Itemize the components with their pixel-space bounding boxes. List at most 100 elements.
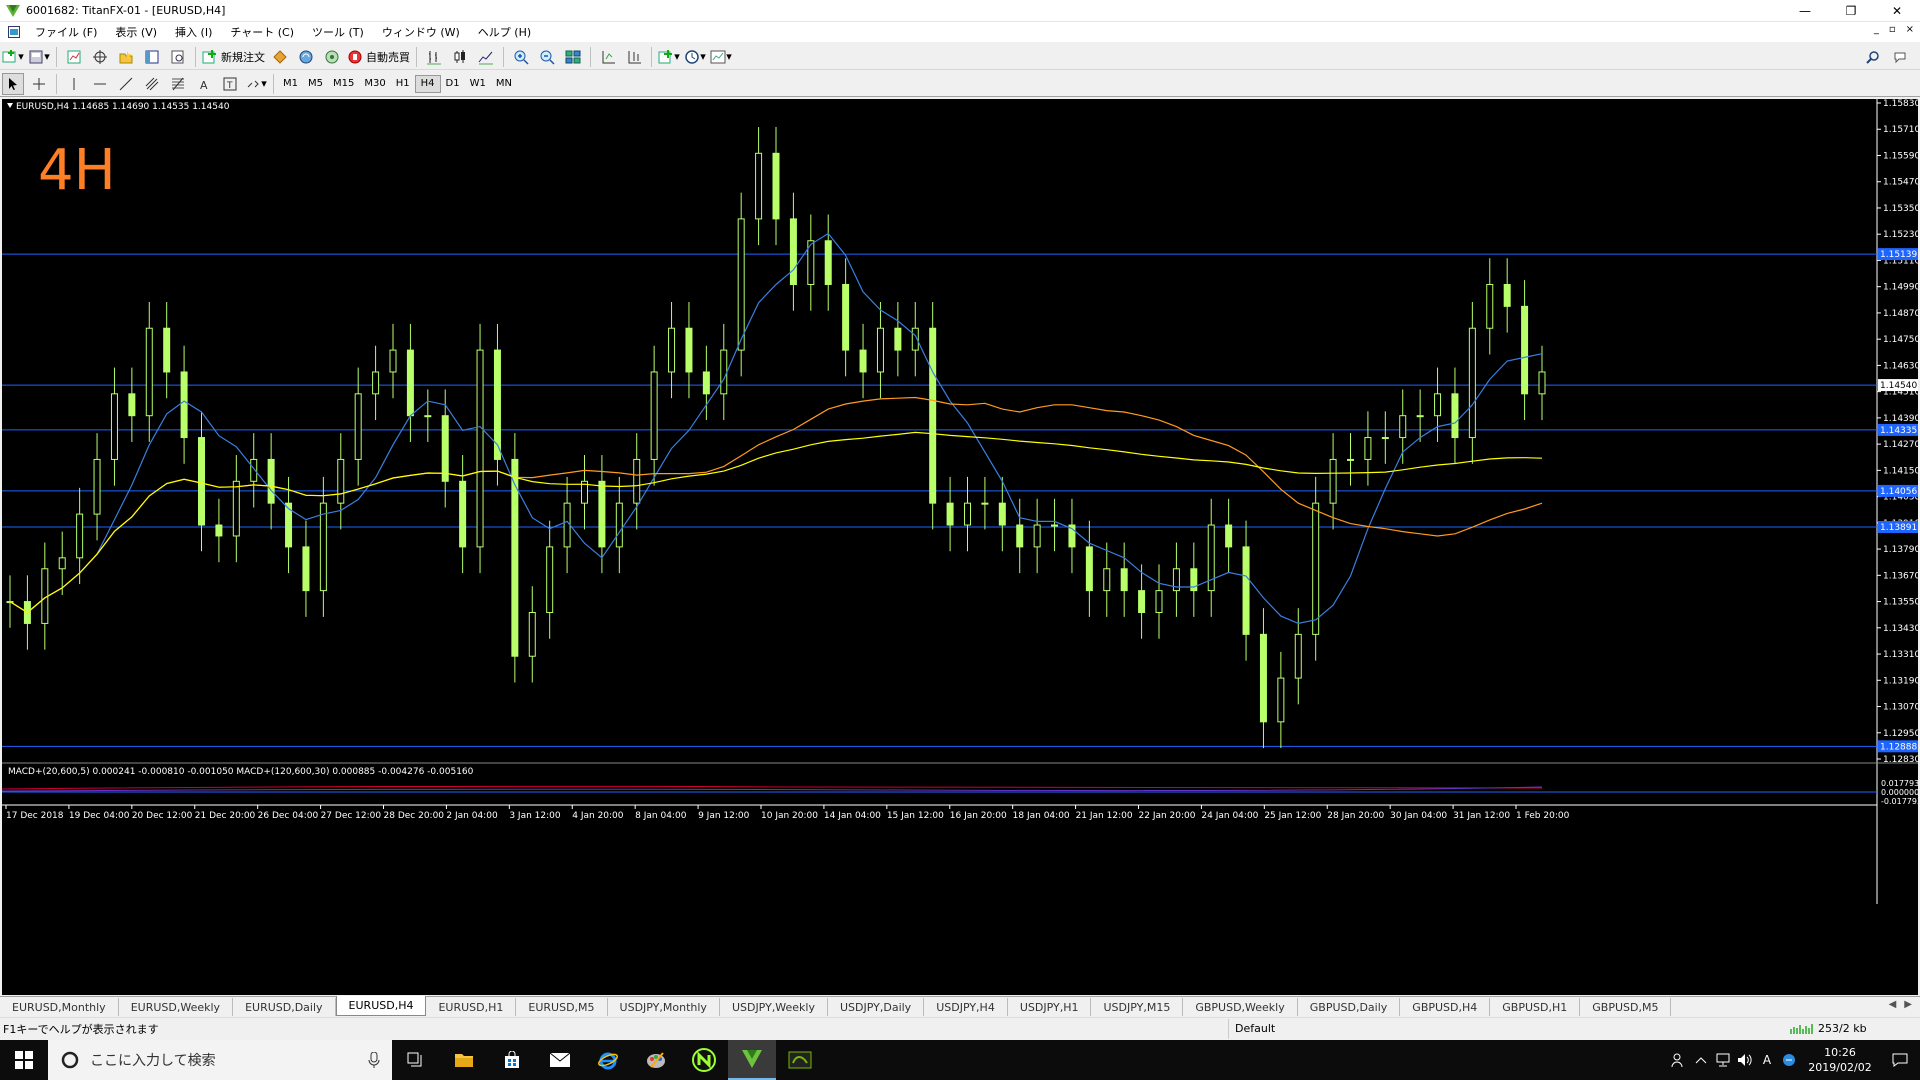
candle-body[interactable] xyxy=(563,502,571,548)
profiles-button[interactable]: ▾ xyxy=(28,46,50,68)
strategy-tester-button[interactable] xyxy=(167,46,189,68)
line-chart-button[interactable] xyxy=(475,46,497,68)
menu-insert[interactable]: 挿入 (I) xyxy=(166,24,221,40)
candle-body[interactable] xyxy=(319,502,327,592)
candle-body[interactable] xyxy=(1033,524,1041,548)
candle-body[interactable] xyxy=(1242,546,1250,635)
candle-body[interactable] xyxy=(1120,568,1128,592)
chart-tab[interactable]: GBPUSD,H1 xyxy=(1490,998,1581,1016)
candle-body[interactable] xyxy=(372,371,380,395)
candle-body[interactable] xyxy=(424,415,432,418)
candle-body[interactable] xyxy=(180,371,188,439)
new-order-button[interactable]: 新規注文 xyxy=(202,46,265,68)
tf-m30-button[interactable]: M30 xyxy=(359,75,390,93)
menu-window[interactable]: ウィンドウ (W) xyxy=(373,24,469,40)
candle-body[interactable] xyxy=(1468,327,1476,439)
candle-body[interactable] xyxy=(1016,524,1024,548)
candle-body[interactable] xyxy=(894,327,902,351)
nvidia-taskbar-button[interactable] xyxy=(776,1040,824,1080)
auto-trading-button[interactable]: 自動売買 xyxy=(347,46,410,68)
candle-body[interactable] xyxy=(93,458,101,515)
candle-body[interactable] xyxy=(685,327,693,373)
candle-body[interactable] xyxy=(1329,458,1337,504)
candle-body[interactable] xyxy=(267,458,275,504)
candle-body[interactable] xyxy=(615,502,623,548)
app-n-taskbar-button[interactable] xyxy=(680,1040,728,1080)
search-button[interactable] xyxy=(1862,46,1884,68)
candle-body[interactable] xyxy=(546,546,554,613)
tf-m1-button[interactable]: M1 xyxy=(278,75,303,93)
chart-tab[interactable]: EURUSD,Monthly xyxy=(0,998,119,1016)
candle-body[interactable] xyxy=(1225,524,1233,548)
text-tool-button[interactable]: A xyxy=(193,73,215,95)
data-window-button[interactable] xyxy=(89,46,111,68)
tf-h1-button[interactable]: H1 xyxy=(391,75,415,93)
tf-m5-button[interactable]: M5 xyxy=(303,75,328,93)
candle-body[interactable] xyxy=(789,218,797,285)
candle-body[interactable] xyxy=(145,327,153,417)
volume-icon[interactable] xyxy=(1734,1053,1756,1067)
candle-body[interactable] xyxy=(1259,633,1267,723)
menu-tools[interactable]: ツール (T) xyxy=(303,24,373,40)
equidistant-channel-button[interactable] xyxy=(141,73,163,95)
microphone-icon[interactable] xyxy=(368,1052,380,1068)
trendline-button[interactable] xyxy=(115,73,137,95)
candle-body[interactable] xyxy=(1347,458,1354,461)
candle-body[interactable] xyxy=(215,524,223,537)
candle-body[interactable] xyxy=(824,240,832,285)
candle-body[interactable] xyxy=(76,513,84,559)
periods-button[interactable]: ▾ xyxy=(684,46,706,68)
horizontal-line-button[interactable] xyxy=(89,73,111,95)
start-button[interactable] xyxy=(0,1040,48,1080)
chat-button[interactable] xyxy=(1890,46,1912,68)
chart-window[interactable]: 1.15830 1.15710 1.15590 1.15470 1.15350 1.152… xyxy=(2,99,1918,995)
candle-body[interactable] xyxy=(58,557,66,570)
candle-body[interactable] xyxy=(929,327,937,504)
tab-prev-icon[interactable]: ◀ xyxy=(1889,999,1897,1010)
candle-body[interactable] xyxy=(389,349,397,373)
onedrive-icon[interactable] xyxy=(1778,1053,1800,1067)
candle-body[interactable] xyxy=(302,546,310,592)
candle-body[interactable] xyxy=(1486,283,1494,329)
chart-tab[interactable]: USDJPY,Weekly xyxy=(720,998,828,1016)
tab-navigation[interactable]: ◀ ▶ xyxy=(1889,999,1912,1010)
price-chart[interactable]: 1.15830 1.15710 1.15590 1.15470 1.15350 1.152… xyxy=(2,99,1918,995)
chart-window-icon[interactable] xyxy=(8,26,20,38)
candle-body[interactable] xyxy=(354,393,362,460)
menu-help[interactable]: ヘルプ (H) xyxy=(469,24,540,40)
ime-indicator[interactable]: A xyxy=(1756,1053,1778,1067)
chart-tab[interactable]: USDJPY,H1 xyxy=(1008,998,1092,1016)
candle-body[interactable] xyxy=(650,371,658,460)
paint-taskbar-button[interactable] xyxy=(632,1040,680,1080)
explorer-taskbar-button[interactable] xyxy=(440,1040,488,1080)
candle-body[interactable] xyxy=(232,480,240,537)
candle-body[interactable] xyxy=(772,152,780,220)
tf-d1-button[interactable]: D1 xyxy=(441,75,465,93)
candle-body[interactable] xyxy=(1051,524,1059,527)
restore-button[interactable]: ❐ xyxy=(1828,0,1874,22)
vertical-line-button[interactable] xyxy=(63,73,85,95)
mail-taskbar-button[interactable] xyxy=(536,1040,584,1080)
menu-file[interactable]: ファイル (F) xyxy=(26,24,106,40)
chart-header-arrow[interactable] xyxy=(7,103,13,108)
autoscroll-button[interactable] xyxy=(623,46,645,68)
candle-body[interactable] xyxy=(633,458,641,504)
candle-body[interactable] xyxy=(668,327,676,373)
candle-body[interactable] xyxy=(737,218,745,351)
candle-body[interactable] xyxy=(702,371,710,395)
navigator-button[interactable] xyxy=(115,46,137,68)
action-center-icon[interactable] xyxy=(1880,1053,1920,1067)
chart-tab[interactable]: GBPUSD,M5 xyxy=(1580,998,1672,1016)
chart-tab[interactable]: USDJPY,Daily xyxy=(828,998,925,1016)
chart-tab[interactable]: EURUSD,H1 xyxy=(426,998,517,1016)
chart-tab[interactable]: USDJPY,H4 xyxy=(924,998,1008,1016)
candle-body[interactable] xyxy=(1085,546,1093,592)
candle-body[interactable] xyxy=(1416,415,1424,418)
indicators-button[interactable]: ▾ xyxy=(658,46,680,68)
cursor-tool-button[interactable] xyxy=(2,72,24,95)
candle-body[interactable] xyxy=(198,437,205,526)
chart-tab[interactable]: GBPUSD,Daily xyxy=(1298,998,1401,1016)
candle-body[interactable] xyxy=(720,349,728,395)
titanfx-taskbar-button[interactable] xyxy=(728,1040,776,1080)
candle-body[interactable] xyxy=(337,458,345,504)
